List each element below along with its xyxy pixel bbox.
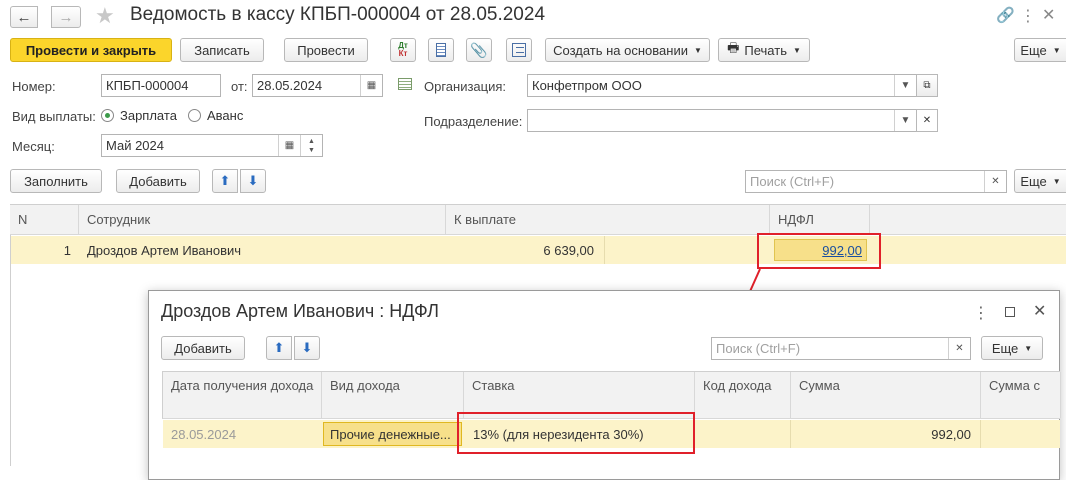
cell-date: 28.05.2024: [171, 426, 237, 442]
more-vertical-icon[interactable]: ⋮: [973, 303, 989, 323]
cell-income-code: [699, 420, 789, 448]
col-header-sum[interactable]: Сумма: [791, 372, 981, 418]
dialog-move-up-button[interactable]: ⬆: [266, 336, 292, 360]
ndfl-dialog: Дроздов Артем Иванович : НДФЛ ⋮ ✕ Добави…: [148, 290, 1061, 480]
dialog-add-button[interactable]: Добавить: [161, 336, 245, 360]
more-label: Еще: [991, 340, 1019, 356]
arrow-up-icon: ⬆: [273, 340, 285, 355]
col-header-date[interactable]: Дата получения дохода: [163, 372, 322, 418]
dialog-move-down-button[interactable]: ⬇: [294, 336, 320, 360]
dialog-title: Дроздов Артем Иванович : НДФЛ: [161, 301, 439, 321]
col-header-sum-other[interactable]: Сумма с: [981, 372, 1061, 418]
col-header-income-type[interactable]: Вид дохода: [322, 372, 464, 418]
arrow-down-icon: ⬇: [301, 340, 313, 355]
clear-search-icon[interactable]: ✕: [948, 338, 970, 359]
cell-income-type[interactable]: Прочие денежные...: [323, 422, 462, 446]
sum-other-divider: [980, 420, 981, 448]
dropdown-arrow-icon: ▼: [1024, 343, 1033, 353]
dialog-search-input[interactable]: Поиск (Ctrl+F) ✕: [711, 337, 971, 360]
rate-highlight-box: [457, 412, 695, 454]
cell-sum: 992,00: [931, 426, 971, 442]
close-icon[interactable]: ✕: [1033, 301, 1046, 321]
maximize-icon[interactable]: [1005, 307, 1015, 317]
search-placeholder: Поиск (Ctrl+F): [716, 341, 801, 356]
dialog-more-button[interactable]: Еще ▼: [981, 336, 1043, 360]
col-header-income-code[interactable]: Код дохода: [695, 372, 791, 418]
